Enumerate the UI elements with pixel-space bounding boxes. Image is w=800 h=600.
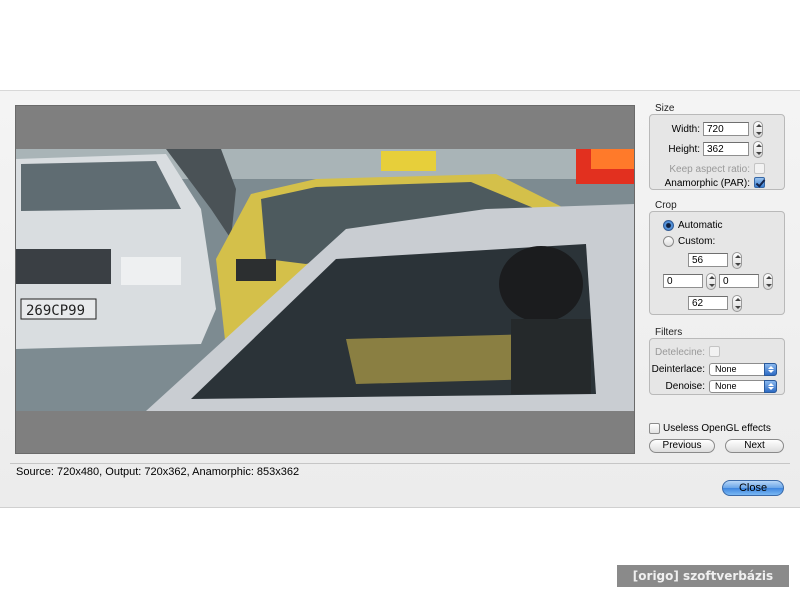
- height-field[interactable]: 362: [703, 142, 749, 156]
- filters-group: Detelecine: Deinterlace: None Denoise: N…: [649, 338, 785, 395]
- crop-group: Automatic Custom: 56 0 0 62: [649, 211, 785, 315]
- width-stepper[interactable]: [753, 121, 763, 138]
- crop-bottom-field[interactable]: 62: [688, 296, 728, 310]
- denoise-popup[interactable]: None: [709, 380, 777, 393]
- opengl-effects-label: Useless OpenGL effects: [663, 423, 771, 434]
- previous-button[interactable]: Previous: [649, 439, 715, 453]
- crop-top-stepper[interactable]: [732, 252, 742, 269]
- crop-section-title: Crop: [655, 200, 677, 211]
- deinterlace-value: None: [715, 364, 737, 374]
- width-field[interactable]: 720: [703, 122, 749, 136]
- crop-custom-radio[interactable]: [663, 236, 674, 247]
- crop-top-field[interactable]: 56: [688, 253, 728, 267]
- denoise-label: Denoise:: [665, 381, 705, 392]
- deinterlace-label: Deinterlace:: [651, 364, 705, 375]
- picture-settings-window: 269CP99 Size Width: 720 Height: 362 Keep…: [0, 90, 800, 508]
- next-button[interactable]: Next: [725, 439, 784, 453]
- status-separator: [10, 463, 790, 464]
- size-group: Width: 720 Height: 362 Keep aspect ratio…: [649, 114, 785, 190]
- chevron-updown-icon: [764, 363, 777, 376]
- opengl-effects-checkbox[interactable]: [649, 423, 660, 434]
- preview-frame-image: 269CP99: [16, 149, 634, 411]
- crop-automatic-radio[interactable]: [663, 220, 674, 231]
- crop-automatic-label: Automatic: [678, 220, 723, 231]
- crop-custom-label: Custom:: [678, 236, 716, 247]
- anamorphic-checkbox[interactable]: [754, 177, 765, 188]
- preview-area: 269CP99: [15, 105, 635, 454]
- detelecine-checkbox[interactable]: [709, 346, 720, 357]
- crop-right-field[interactable]: 0: [719, 274, 759, 288]
- crop-right-stepper[interactable]: [763, 273, 773, 290]
- crop-left-field[interactable]: 0: [663, 274, 703, 288]
- crop-bottom-stepper[interactable]: [732, 295, 742, 312]
- chevron-updown-icon: [764, 380, 777, 393]
- height-stepper[interactable]: [753, 141, 763, 158]
- svg-text:269CP99: 269CP99: [26, 303, 85, 319]
- status-text: Source: 720x480, Output: 720x362, Anamor…: [16, 466, 300, 478]
- watermark: [origo] szoftverbázis: [617, 565, 789, 587]
- anamorphic-label: Anamorphic (PAR):: [664, 178, 750, 189]
- filters-section-title: Filters: [655, 327, 683, 338]
- keep-aspect-label: Keep aspect ratio:: [669, 164, 750, 175]
- deinterlace-popup[interactable]: None: [709, 363, 777, 376]
- denoise-value: None: [715, 381, 737, 391]
- detelecine-label: Detelecine:: [654, 347, 705, 358]
- size-section-title: Size: [655, 103, 675, 114]
- width-label: Width:: [671, 124, 700, 135]
- street-scene-image: 269CP99: [16, 149, 634, 411]
- close-button[interactable]: Close: [722, 480, 784, 496]
- keep-aspect-checkbox[interactable]: [754, 163, 765, 174]
- crop-left-stepper[interactable]: [706, 273, 716, 290]
- height-label: Height:: [668, 144, 700, 155]
